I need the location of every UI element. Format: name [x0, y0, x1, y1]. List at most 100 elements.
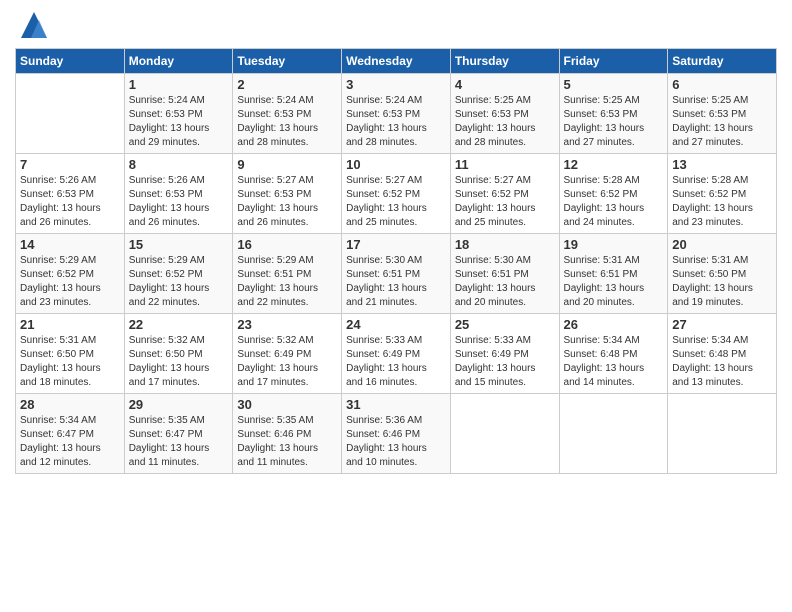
day-number: 24 [346, 317, 446, 332]
logo [15, 10, 49, 40]
header-saturday: Saturday [668, 49, 777, 74]
day-info: Sunrise: 5:25 AM Sunset: 6:53 PM Dayligh… [672, 94, 772, 150]
day-cell: 12 Sunrise: 5:28 AM Sunset: 6:52 PM Dayli… [559, 154, 668, 234]
day-cell: 15 Sunrise: 5:29 AM Sunset: 6:52 PM Dayli… [124, 234, 233, 314]
day-info: Sunrise: 5:25 AM Sunset: 6:53 PM Dayligh… [564, 94, 664, 150]
day-cell: 31Sunrise: 5:36 AM Sunset: 6:46 PM Dayli… [342, 394, 451, 474]
day-cell: 29 Sunrise: 5:35 AM Sunset: 6:47 PM Dayli… [124, 394, 233, 474]
day-cell: 8 Sunrise: 5:26 AM Sunset: 6:53 PM Daylig… [124, 154, 233, 234]
day-number: 8 [129, 157, 229, 172]
day-cell: 27 Sunrise: 5:34 AM Sunset: 6:48 PM Dayli… [668, 314, 777, 394]
day-info: Sunrise: 5:25 AM Sunset: 6:53 PM Dayligh… [455, 94, 555, 150]
day-cell: 30 Sunrise: 5:35 AM Sunset: 6:46 PM Dayli… [233, 394, 342, 474]
logo-icon [19, 10, 49, 40]
day-info: Sunrise: 5:29 AM Sunset: 6:52 PM Dayligh… [20, 254, 120, 310]
header-thursday: Thursday [450, 49, 559, 74]
day-cell: 24 Sunrise: 5:33 AM Sunset: 6:49 PM Dayli… [342, 314, 451, 394]
day-info: Sunrise: 5:35 AM Sunset: 6:47 PM Dayligh… [129, 414, 229, 470]
day-cell: 6 Sunrise: 5:25 AM Sunset: 6:53 PM Daylig… [668, 74, 777, 154]
day-number: 2 [237, 77, 337, 92]
day-cell: 25Sunrise: 5:33 AM Sunset: 6:49 PM Dayli… [450, 314, 559, 394]
day-cell: 18Sunrise: 5:30 AM Sunset: 6:51 PM Dayli… [450, 234, 559, 314]
day-cell: 17Sunrise: 5:30 AM Sunset: 6:51 PM Dayli… [342, 234, 451, 314]
day-info: Sunrise: 5:32 AM Sunset: 6:50 PM Dayligh… [129, 334, 229, 390]
day-info: Sunrise: 5:28 AM Sunset: 6:52 PM Dayligh… [672, 174, 772, 230]
week-row-0: 1 Sunrise: 5:24 AM Sunset: 6:53 PM Daylig… [16, 74, 777, 154]
week-row-2: 14 Sunrise: 5:29 AM Sunset: 6:52 PM Dayli… [16, 234, 777, 314]
day-info: Sunrise: 5:27 AM Sunset: 6:52 PM Dayligh… [346, 174, 446, 230]
day-number: 3 [346, 77, 446, 92]
day-cell: 16 Sunrise: 5:29 AM Sunset: 6:51 PM Dayli… [233, 234, 342, 314]
header-friday: Friday [559, 49, 668, 74]
day-info: Sunrise: 5:34 AM Sunset: 6:48 PM Dayligh… [672, 334, 772, 390]
day-number: 9 [237, 157, 337, 172]
day-info: Sunrise: 5:26 AM Sunset: 6:53 PM Dayligh… [20, 174, 120, 230]
header-monday: Monday [124, 49, 233, 74]
day-number: 31 [346, 397, 446, 412]
day-info: Sunrise: 5:26 AM Sunset: 6:53 PM Dayligh… [129, 174, 229, 230]
day-number: 6 [672, 77, 772, 92]
day-number: 28 [20, 397, 120, 412]
header-row: SundayMondayTuesdayWednesdayThursdayFrid… [16, 49, 777, 74]
day-number: 11 [455, 157, 555, 172]
day-number: 1 [129, 77, 229, 92]
day-number: 20 [672, 237, 772, 252]
calendar-table: SundayMondayTuesdayWednesdayThursdayFrid… [15, 48, 777, 474]
day-number: 22 [129, 317, 229, 332]
day-number: 7 [20, 157, 120, 172]
day-cell: 9 Sunrise: 5:27 AM Sunset: 6:53 PM Daylig… [233, 154, 342, 234]
day-info: Sunrise: 5:34 AM Sunset: 6:48 PM Dayligh… [564, 334, 664, 390]
day-number: 12 [564, 157, 664, 172]
day-number: 4 [455, 77, 555, 92]
day-cell: 3 Sunrise: 5:24 AM Sunset: 6:53 PM Daylig… [342, 74, 451, 154]
day-cell [668, 394, 777, 474]
day-info: Sunrise: 5:24 AM Sunset: 6:53 PM Dayligh… [129, 94, 229, 150]
day-number: 26 [564, 317, 664, 332]
day-info: Sunrise: 5:33 AM Sunset: 6:49 PM Dayligh… [346, 334, 446, 390]
day-number: 21 [20, 317, 120, 332]
day-info: Sunrise: 5:31 AM Sunset: 6:50 PM Dayligh… [672, 254, 772, 310]
day-cell [450, 394, 559, 474]
day-info: Sunrise: 5:31 AM Sunset: 6:51 PM Dayligh… [564, 254, 664, 310]
day-info: Sunrise: 5:24 AM Sunset: 6:53 PM Dayligh… [237, 94, 337, 150]
day-cell: 21Sunrise: 5:31 AM Sunset: 6:50 PM Dayli… [16, 314, 125, 394]
day-info: Sunrise: 5:32 AM Sunset: 6:49 PM Dayligh… [237, 334, 337, 390]
day-info: Sunrise: 5:27 AM Sunset: 6:53 PM Dayligh… [237, 174, 337, 230]
day-cell: 13 Sunrise: 5:28 AM Sunset: 6:52 PM Dayli… [668, 154, 777, 234]
day-cell: 4 Sunrise: 5:25 AM Sunset: 6:53 PM Daylig… [450, 74, 559, 154]
day-cell: 11 Sunrise: 5:27 AM Sunset: 6:52 PM Dayli… [450, 154, 559, 234]
day-info: Sunrise: 5:35 AM Sunset: 6:46 PM Dayligh… [237, 414, 337, 470]
day-cell: 20 Sunrise: 5:31 AM Sunset: 6:50 PM Dayli… [668, 234, 777, 314]
header-tuesday: Tuesday [233, 49, 342, 74]
day-info: Sunrise: 5:27 AM Sunset: 6:52 PM Dayligh… [455, 174, 555, 230]
day-cell: 28 Sunrise: 5:34 AM Sunset: 6:47 PM Dayli… [16, 394, 125, 474]
day-number: 15 [129, 237, 229, 252]
week-row-3: 21Sunrise: 5:31 AM Sunset: 6:50 PM Dayli… [16, 314, 777, 394]
day-cell: 2 Sunrise: 5:24 AM Sunset: 6:53 PM Daylig… [233, 74, 342, 154]
day-info: Sunrise: 5:28 AM Sunset: 6:52 PM Dayligh… [564, 174, 664, 230]
day-number: 25 [455, 317, 555, 332]
day-cell [559, 394, 668, 474]
day-cell: 7 Sunrise: 5:26 AM Sunset: 6:53 PM Daylig… [16, 154, 125, 234]
day-number: 17 [346, 237, 446, 252]
day-cell: 26 Sunrise: 5:34 AM Sunset: 6:48 PM Dayli… [559, 314, 668, 394]
day-number: 29 [129, 397, 229, 412]
day-number: 23 [237, 317, 337, 332]
day-info: Sunrise: 5:34 AM Sunset: 6:47 PM Dayligh… [20, 414, 120, 470]
day-cell: 10 Sunrise: 5:27 AM Sunset: 6:52 PM Dayli… [342, 154, 451, 234]
day-info: Sunrise: 5:24 AM Sunset: 6:53 PM Dayligh… [346, 94, 446, 150]
day-cell: 1 Sunrise: 5:24 AM Sunset: 6:53 PM Daylig… [124, 74, 233, 154]
day-number: 13 [672, 157, 772, 172]
day-cell: 23 Sunrise: 5:32 AM Sunset: 6:49 PM Dayli… [233, 314, 342, 394]
day-cell: 14 Sunrise: 5:29 AM Sunset: 6:52 PM Dayli… [16, 234, 125, 314]
day-number: 14 [20, 237, 120, 252]
day-info: Sunrise: 5:29 AM Sunset: 6:51 PM Dayligh… [237, 254, 337, 310]
day-number: 10 [346, 157, 446, 172]
day-number: 5 [564, 77, 664, 92]
day-number: 27 [672, 317, 772, 332]
day-number: 16 [237, 237, 337, 252]
week-row-1: 7 Sunrise: 5:26 AM Sunset: 6:53 PM Daylig… [16, 154, 777, 234]
day-info: Sunrise: 5:29 AM Sunset: 6:52 PM Dayligh… [129, 254, 229, 310]
day-number: 30 [237, 397, 337, 412]
week-row-4: 28 Sunrise: 5:34 AM Sunset: 6:47 PM Dayli… [16, 394, 777, 474]
